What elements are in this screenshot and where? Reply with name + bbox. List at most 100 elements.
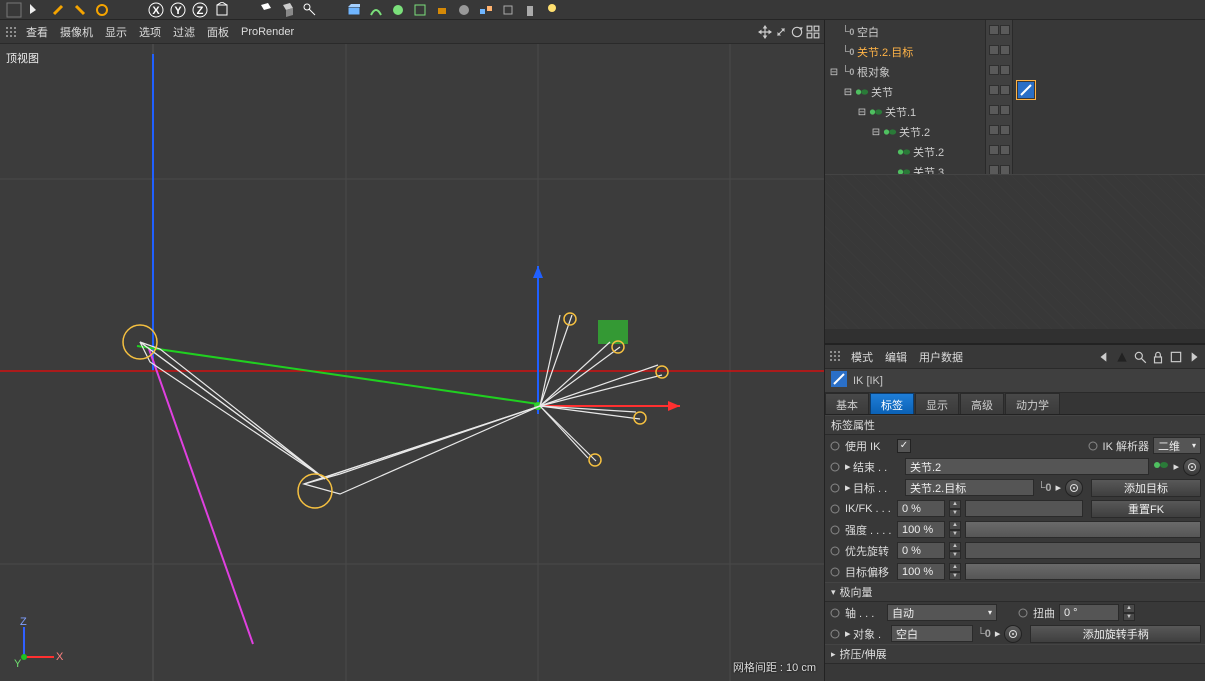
layer-flags[interactable] bbox=[986, 140, 1012, 160]
om-tag-cell[interactable] bbox=[1013, 160, 1205, 174]
om-tag-cell[interactable] bbox=[1013, 20, 1205, 40]
anim-dot-icon[interactable] bbox=[829, 524, 841, 536]
section-pole-vector[interactable]: ▾极向量 bbox=[825, 582, 1205, 602]
om-item-joint[interactable]: 关节.2 bbox=[825, 142, 985, 162]
anim-dot-icon[interactable] bbox=[829, 482, 841, 494]
expand-toggle-icon[interactable] bbox=[829, 47, 839, 57]
vp-menu-filter[interactable]: 过滤 bbox=[173, 24, 195, 40]
tool-icon[interactable] bbox=[26, 1, 46, 19]
tool-icon[interactable] bbox=[388, 1, 408, 19]
layer-flags[interactable] bbox=[986, 40, 1012, 60]
om-tag-cell[interactable] bbox=[1013, 60, 1205, 80]
layer-flags[interactable] bbox=[986, 120, 1012, 140]
expand-toggle-icon[interactable]: ⊟ bbox=[871, 127, 881, 137]
section-tag-properties[interactable]: 标签属性 bbox=[825, 415, 1205, 435]
anim-dot-icon[interactable] bbox=[829, 628, 841, 640]
checkbox-use-ik[interactable]: ✓ bbox=[897, 439, 911, 453]
anim-dot-icon[interactable] bbox=[829, 545, 841, 557]
panel-grip-icon[interactable] bbox=[829, 350, 843, 364]
om-tag-cell[interactable] bbox=[1013, 40, 1205, 60]
add-target-button[interactable]: 添加目标 bbox=[1091, 479, 1201, 497]
vp-menu-cameras[interactable]: 摄像机 bbox=[60, 24, 93, 40]
am-menu-userdata[interactable]: 用户数据 bbox=[919, 349, 963, 365]
field-ikfk[interactable]: 0 % bbox=[897, 500, 945, 517]
pick-target-button[interactable] bbox=[1065, 479, 1083, 497]
slider-prior-rot[interactable] bbox=[965, 542, 1201, 559]
tool-icon[interactable] bbox=[498, 1, 518, 19]
expand-toggle-icon[interactable]: ⊟ bbox=[843, 87, 853, 97]
om-tags-column[interactable] bbox=[1013, 20, 1205, 174]
tool-icon[interactable] bbox=[256, 1, 276, 19]
tool-icon[interactable]: Z bbox=[190, 1, 210, 19]
layer-flags[interactable] bbox=[986, 80, 1012, 100]
tool-icon[interactable] bbox=[344, 1, 364, 19]
stepper-prior-rot[interactable]: ▲▼ bbox=[949, 542, 961, 559]
expand-toggle-icon[interactable]: ⊟ bbox=[829, 67, 839, 77]
anim-dot-icon[interactable] bbox=[829, 461, 841, 473]
vp-menu-view[interactable]: 查看 bbox=[26, 24, 48, 40]
om-flags-column[interactable] bbox=[985, 20, 1013, 174]
pick-pole-button[interactable] bbox=[1004, 625, 1022, 643]
vp-pan-icon[interactable] bbox=[758, 25, 772, 39]
vp-menu-prorender[interactable]: ProRender bbox=[241, 26, 294, 38]
tool-icon[interactable] bbox=[4, 1, 24, 19]
field-strength[interactable]: 100 % bbox=[897, 521, 945, 538]
anim-dot-icon[interactable] bbox=[1017, 607, 1029, 619]
field-target[interactable]: 关节.2.目标 bbox=[905, 479, 1034, 496]
tool-icon[interactable] bbox=[366, 1, 386, 19]
tool-icon[interactable]: Y bbox=[168, 1, 188, 19]
tab-basic[interactable]: 基本 bbox=[825, 393, 869, 414]
vp-zoom-icon[interactable] bbox=[774, 25, 788, 39]
om-tag-cell[interactable] bbox=[1013, 80, 1205, 100]
om-item-null[interactable]: └0关节.2.目标 bbox=[825, 42, 985, 62]
stepper-target-offset[interactable]: ▲▼ bbox=[949, 563, 961, 580]
tool-icon[interactable] bbox=[520, 1, 540, 19]
om-tag-cell[interactable] bbox=[1013, 120, 1205, 140]
field-target-offset[interactable]: 100 % bbox=[897, 563, 945, 580]
tool-icon[interactable] bbox=[212, 1, 232, 19]
lock-icon[interactable] bbox=[1151, 350, 1165, 364]
om-item-joint[interactable]: ⊟关节 bbox=[825, 82, 985, 102]
tool-icon[interactable] bbox=[48, 1, 68, 19]
om-item-joint[interactable]: 关节.3 bbox=[825, 162, 985, 174]
tool-icon[interactable] bbox=[476, 1, 496, 19]
anim-dot-icon[interactable] bbox=[829, 440, 841, 452]
expand-toggle-icon[interactable] bbox=[885, 147, 895, 157]
om-item-null[interactable]: ⊟└0根对象 bbox=[825, 62, 985, 82]
expand-toggle-icon[interactable] bbox=[829, 27, 839, 37]
field-prior-rot[interactable]: 0 % bbox=[897, 542, 945, 559]
field-end[interactable]: 关节.2 bbox=[905, 458, 1149, 475]
stepper-strength[interactable]: ▲▼ bbox=[949, 521, 961, 538]
anim-dot-icon[interactable] bbox=[1087, 440, 1099, 452]
dropdown-ik-solver[interactable]: 二维▾ bbox=[1153, 437, 1201, 454]
vp-menu-panel[interactable]: 面板 bbox=[207, 24, 229, 40]
stepper-twist[interactable]: ▲▼ bbox=[1123, 604, 1135, 621]
anim-dot-icon[interactable] bbox=[829, 566, 841, 578]
field-pole-obj[interactable]: 空白 bbox=[891, 625, 973, 642]
anim-dot-icon[interactable] bbox=[829, 607, 841, 619]
layer-flags[interactable] bbox=[986, 20, 1012, 40]
om-scrollbar[interactable] bbox=[825, 329, 1205, 343]
anim-dot-icon[interactable] bbox=[829, 503, 841, 515]
tab-advanced[interactable]: 高级 bbox=[960, 393, 1004, 414]
new-window-icon[interactable] bbox=[1169, 350, 1183, 364]
om-tree[interactable]: └0空白└0关节.2.目标⊟└0根对象⊟关节⊟关节.1⊟关节.2关节.2关节.3… bbox=[825, 20, 985, 174]
tool-icon[interactable]: X bbox=[146, 1, 166, 19]
tool-icon[interactable] bbox=[542, 1, 562, 19]
layer-flags[interactable] bbox=[986, 60, 1012, 80]
tab-display[interactable]: 显示 bbox=[915, 393, 959, 414]
section-squash-stretch[interactable]: ▸挤压/伸展 bbox=[825, 644, 1205, 664]
tool-icon[interactable] bbox=[454, 1, 474, 19]
tool-icon[interactable] bbox=[410, 1, 430, 19]
om-tag-cell[interactable] bbox=[1013, 100, 1205, 120]
nav-up-icon[interactable] bbox=[1115, 350, 1129, 364]
tab-dynamics[interactable]: 动力学 bbox=[1005, 393, 1060, 414]
layer-flags[interactable] bbox=[986, 100, 1012, 120]
search-icon[interactable] bbox=[1133, 350, 1147, 364]
tool-icon[interactable] bbox=[278, 1, 298, 19]
slider-ikfk[interactable] bbox=[965, 500, 1083, 517]
viewport-canvas[interactable]: 顶视图 网格间距 : 10 cm Z X Y bbox=[0, 44, 824, 681]
vp-rotate-icon[interactable] bbox=[790, 25, 804, 39]
pick-end-button[interactable] bbox=[1183, 458, 1201, 476]
nav-back-icon[interactable] bbox=[1097, 350, 1111, 364]
